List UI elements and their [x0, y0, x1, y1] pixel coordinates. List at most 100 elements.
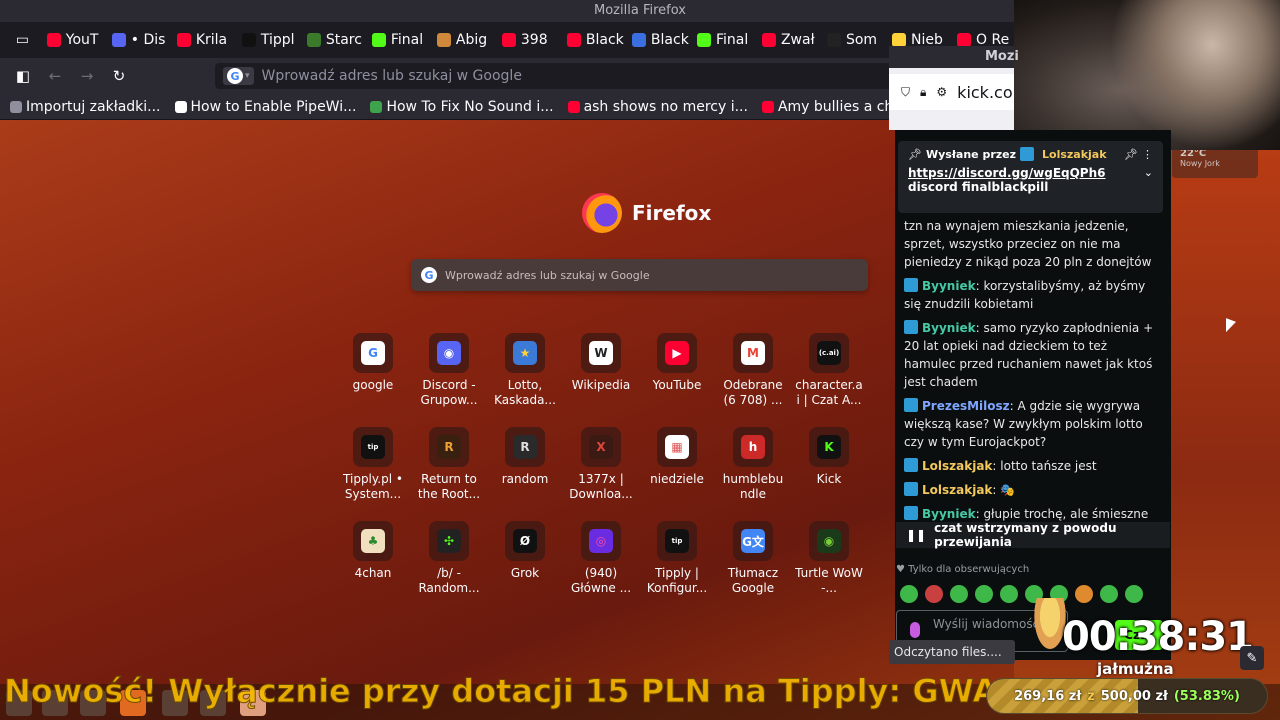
shortcut-label: /b/ - Random...: [418, 566, 480, 595]
emote-icon[interactable]: [1000, 585, 1018, 603]
browser-tab[interactable]: Final: [366, 25, 429, 55]
browser-tab[interactable]: YouT: [41, 25, 104, 55]
shortcut-glyph: ▦: [665, 435, 689, 459]
browser-tab[interactable]: Black: [626, 25, 689, 55]
shortcut-label: 1377x | Downloa...: [569, 472, 633, 501]
bookmark-favicon-icon: [174, 100, 187, 113]
bookmark-label: How to Enable PipeWi...: [190, 98, 357, 115]
shortcut-label: Grok: [510, 566, 540, 580]
shortcut-icon: K: [809, 427, 849, 467]
browser-tab[interactable]: Krila: [171, 25, 234, 55]
browser-tab[interactable]: Abig: [431, 25, 494, 55]
emote-icon[interactable]: [1075, 585, 1093, 603]
browser-tab[interactable]: • Dis: [106, 25, 169, 55]
shortcut-label: Lotto, Kaskada...: [494, 378, 556, 407]
edit-pencil-icon[interactable]: ✎: [1240, 646, 1264, 670]
browser-tab[interactable]: Zwał: [756, 25, 819, 55]
chat-text: głupie trochę, ale śmieszne: [983, 507, 1149, 521]
microphone-icon[interactable]: [910, 622, 920, 638]
shortcut-tile[interactable]: Ggoogle: [335, 333, 411, 427]
emote-icon[interactable]: [925, 585, 943, 603]
back-icon[interactable]: ←: [44, 65, 66, 87]
shortcut-tile[interactable]: G文 Tłumacz Google: [715, 521, 791, 615]
emote-icon[interactable]: [1100, 585, 1118, 603]
tab-favicon-icon: [46, 33, 61, 47]
shortcut-icon: ✣: [429, 521, 469, 561]
shortcut-tile[interactable]: R Return to the Root...: [411, 427, 487, 521]
shortcut-tile[interactable]: ◉ Turtle WoW -...: [791, 521, 867, 615]
goal-percent: (53.83%): [1173, 688, 1240, 704]
emote-icon[interactable]: [900, 585, 918, 603]
chevron-down-icon[interactable]: ⌄: [1144, 166, 1153, 180]
shortcut-tile[interactable]: (c.ai) character.a i | Czat A...: [791, 333, 867, 427]
bookmark-item[interactable]: How to Enable PipeWi...: [174, 98, 357, 115]
tab-favicon-icon: [176, 33, 191, 47]
emote-icon[interactable]: [1125, 585, 1143, 603]
search-engine-button[interactable]: G ▾: [223, 67, 254, 85]
chat-username[interactable]: Byyniek: [922, 279, 976, 293]
unpin-icon[interactable]: 📌︎: [1124, 148, 1138, 161]
reload-icon[interactable]: ↻: [108, 65, 130, 87]
shield-icon: ⛉: [901, 84, 911, 99]
bookmark-item[interactable]: Importuj zakładki...: [10, 99, 161, 115]
browser-tab[interactable]: Starc: [301, 25, 364, 55]
donation-ticker: Nowość! Wyłącznie przy dotacji 15 PLN na…: [3, 672, 1073, 711]
tab-label: • Dis: [130, 32, 166, 48]
bookmark-item[interactable]: ash shows no mercy i...: [567, 99, 748, 115]
stream-timer: 00:38:31: [1062, 614, 1254, 660]
shortcut-tile[interactable]: Rrandom: [487, 427, 563, 521]
shortcut-icon: R: [429, 427, 469, 467]
newtab-search-input[interactable]: G Wprowadź adres lub szukaj w Google: [411, 259, 868, 291]
more-options-icon[interactable]: ⋮: [1142, 148, 1153, 161]
chat-username[interactable]: Byyniek: [922, 321, 976, 335]
shortcut-tile[interactable]: ★ Lotto, Kaskada...: [487, 333, 563, 427]
tab-label: YouT: [65, 32, 99, 48]
tab-overview-icon[interactable]: ▭: [6, 25, 39, 55]
shortcut-icon: Ø: [505, 521, 545, 561]
browser-tab[interactable]: Black: [561, 25, 624, 55]
bookmark-favicon-icon: [567, 100, 580, 113]
shortcut-tile[interactable]: K Kick: [791, 427, 867, 521]
shortcut-icon: tip: [657, 521, 697, 561]
sidebar-toggle-icon[interactable]: ◧: [12, 65, 34, 87]
shortcut-tile[interactable]: tip Tipply | Konfigur...: [639, 521, 715, 615]
chat-username[interactable]: Lolszakjak: [922, 459, 992, 473]
bookmark-favicon-icon: [370, 100, 383, 113]
browser-tab[interactable]: Final: [691, 25, 754, 55]
shortcut-tile[interactable]: Ø Grok: [487, 521, 563, 615]
browser-tab[interactable]: Tippl: [236, 25, 299, 55]
shortcut-tile[interactable]: h humblebu ndle: [715, 427, 791, 521]
browser-tab[interactable]: 398: [496, 25, 559, 55]
browser-tab[interactable]: Som: [821, 25, 884, 55]
shortcut-glyph: Ø: [513, 529, 537, 553]
emote-icon[interactable]: [950, 585, 968, 603]
shortcut-tile[interactable]: tip Tipply.pl • System...: [335, 427, 411, 521]
bookmark-item[interactable]: How To Fix No Sound i...: [370, 99, 554, 115]
shortcut-tile[interactable]: ◎ (940) Główne ...: [563, 521, 639, 615]
shortcut-tile[interactable]: ▶ YouTube: [639, 333, 715, 427]
shortcut-glyph: R: [437, 435, 461, 459]
forward-icon[interactable]: →: [76, 65, 98, 87]
google-icon: G: [421, 267, 437, 283]
emote-icon[interactable]: [975, 585, 993, 603]
url-bar[interactable]: G ▾ Wprowadź adres lub szukaj w Google: [215, 63, 1005, 89]
chat-username[interactable]: PrezesMilosz: [922, 399, 1010, 413]
shortcut-tile[interactable]: ✣ /b/ - Random...: [411, 521, 487, 615]
shortcut-tile[interactable]: X 1377x | Downloa...: [563, 427, 639, 521]
chat-username[interactable]: Byyniek: [922, 507, 976, 521]
shortcut-tile[interactable]: ▦ niedziele: [639, 427, 715, 521]
shortcut-glyph: ◉: [437, 341, 461, 365]
pinned-link[interactable]: https://discord.gg/wgEqQPh6: [908, 166, 1106, 180]
pause-icon: ❚❚: [906, 528, 927, 542]
shortcut-tile[interactable]: ◉ Discord - Grupow...: [411, 333, 487, 427]
chat-text: lotto tańsze jest: [1000, 459, 1097, 473]
kick-url-bar[interactable]: ⛉ 🔒︎ ⚙ kick.co: [889, 74, 1014, 110]
firefox-wordmark: Firefox: [632, 201, 712, 225]
pinned-user[interactable]: Lolszakjak: [1042, 148, 1107, 161]
shortcut-tile[interactable]: M Odebrane (6 708) ...: [715, 333, 791, 427]
shortcut-tile[interactable]: ♣ 4chan: [335, 521, 411, 615]
shortcut-tile[interactable]: W Wikipedia: [563, 333, 639, 427]
chat-username[interactable]: Lolszakjak: [922, 483, 992, 497]
chat-paused-banner[interactable]: ❚❚ czat wstrzymany z powodu przewijania: [896, 521, 1170, 549]
shortcut-glyph: ★: [513, 341, 537, 365]
